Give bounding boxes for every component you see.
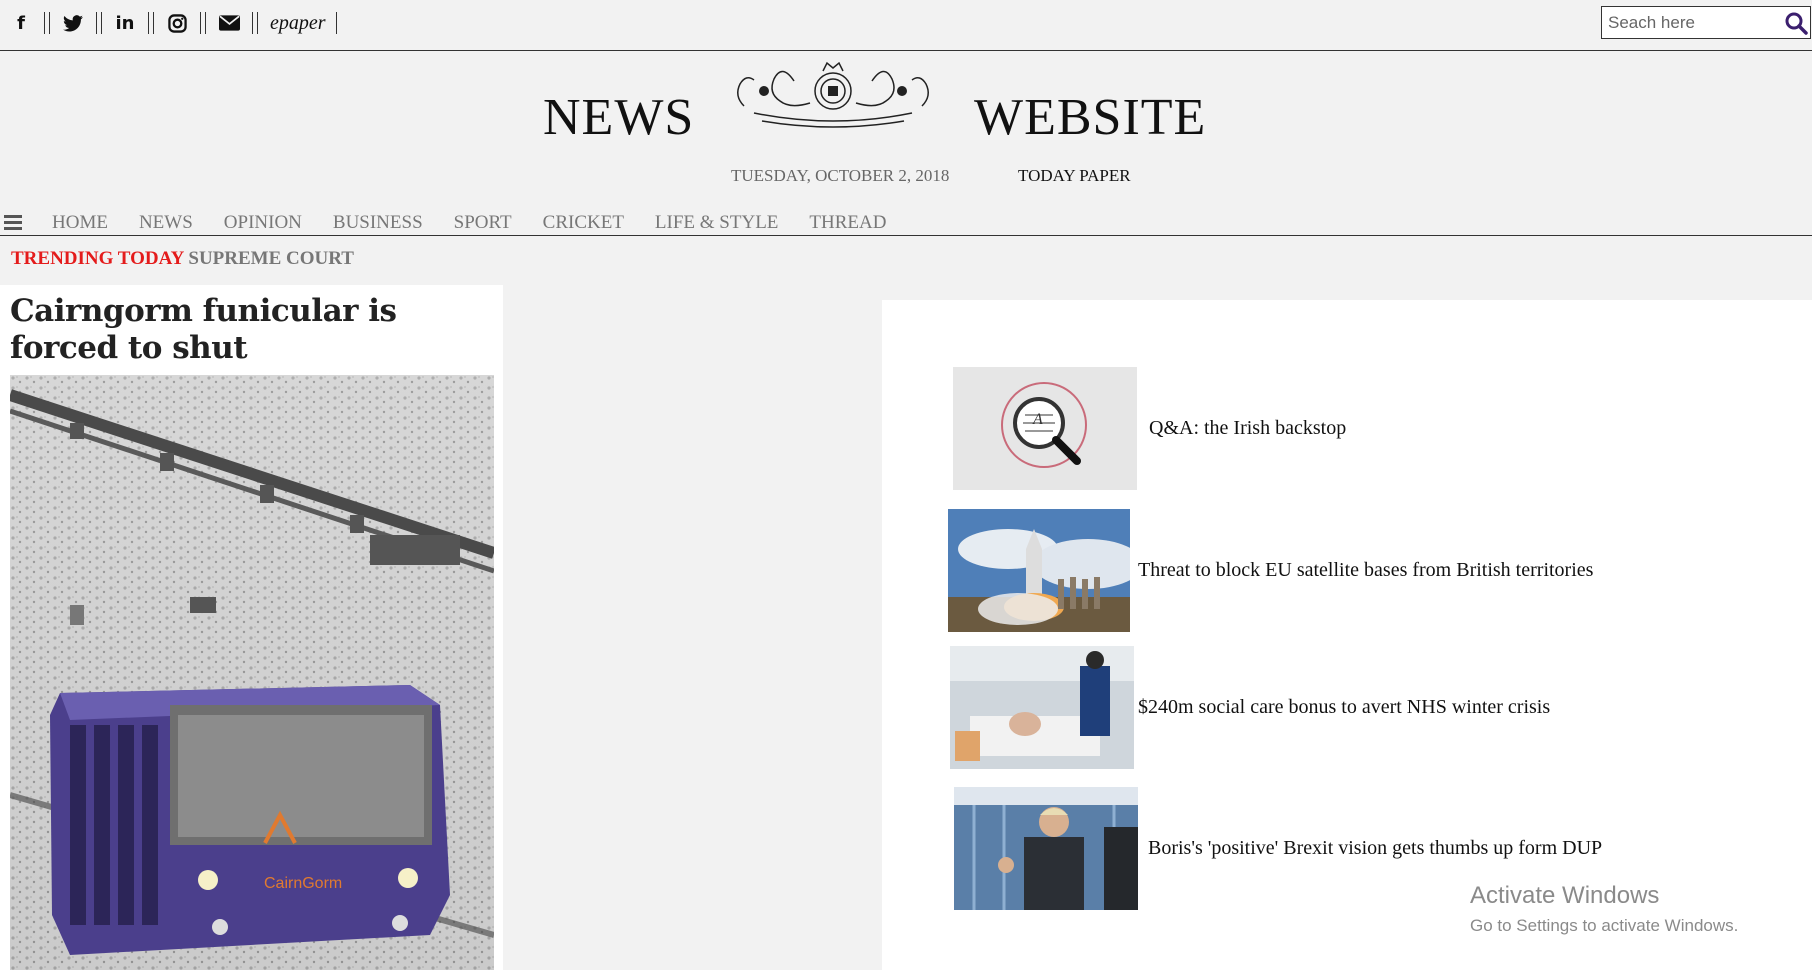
side-story-title[interactable]: Boris's 'positive' Brexit vision gets th…: [1148, 837, 1602, 860]
trending-bar: TRENDING TODAY SUPREME COURT: [11, 248, 354, 270]
side-story-item[interactable]: $240m social care bonus to avert NHS win…: [950, 646, 1550, 769]
epaper-link[interactable]: epaper: [270, 12, 326, 35]
linkedin-icon[interactable]: in: [114, 12, 136, 34]
nav-item-sport[interactable]: SPORT: [454, 210, 512, 236]
search-box: [1601, 6, 1811, 39]
magnifier-icon[interactable]: A: [953, 367, 1137, 490]
rocket-launch-image[interactable]: [948, 509, 1130, 632]
social-links: f in epaper: [10, 10, 337, 36]
train-logo-text: CairnGorm: [264, 875, 342, 892]
windows-activation-watermark: Activate Windows Go to Settings to activ…: [1470, 882, 1738, 936]
nav-item-life-style[interactable]: LIFE & STYLE: [655, 210, 779, 236]
nav-item-business[interactable]: BUSINESS: [333, 210, 423, 236]
nav-item-home[interactable]: HOME: [52, 210, 108, 236]
top-bar: f in epaper: [0, 0, 1812, 51]
masthead-title-right[interactable]: WEBSITE: [974, 88, 1206, 147]
side-story-item[interactable]: A Q&A: the Irish backstop: [953, 367, 1346, 490]
nav-item-news[interactable]: NEWS: [139, 210, 193, 236]
divider: [335, 12, 337, 34]
main-story-card[interactable]: Cairngorm funicular is forced to shut Ca…: [0, 285, 503, 970]
divider: [200, 12, 206, 34]
watermark-line-1: Activate Windows: [1470, 882, 1660, 909]
trending-topic-link[interactable]: SUPREME COURT: [188, 248, 354, 269]
hamburger-menu-icon[interactable]: [4, 215, 22, 230]
current-date: TUESDAY, OCTOBER 2, 2018: [731, 166, 950, 185]
trending-label: TRENDING TODAY: [11, 248, 184, 269]
twitter-icon[interactable]: [62, 12, 84, 34]
nav-item-thread[interactable]: THREAD: [809, 210, 886, 236]
envelope-icon[interactable]: [218, 12, 240, 34]
watermark-line-2: Go to Settings to activate Windows.: [1470, 916, 1739, 935]
facebook-icon[interactable]: f: [10, 12, 32, 34]
main-nav: HOME NEWS OPINION BUSINESS SPORT CRICKET…: [0, 210, 1812, 236]
divider: [252, 12, 258, 34]
search-icon[interactable]: [1784, 11, 1808, 35]
divider: [44, 12, 50, 34]
instagram-icon[interactable]: [166, 12, 188, 34]
nav-item-opinion[interactable]: OPINION: [224, 210, 302, 236]
divider: [96, 12, 102, 34]
side-story-title[interactable]: $240m social care bonus to avert NHS win…: [1138, 696, 1550, 719]
main-story-headline[interactable]: Cairngorm funicular is forced to shut: [10, 293, 495, 367]
today-paper-link[interactable]: TODAY PAPER: [1018, 166, 1131, 186]
funicular-train-photo[interactable]: CairnGorm: [10, 375, 494, 970]
search-input[interactable]: [1602, 7, 1777, 38]
divider: [148, 12, 154, 34]
side-story-title[interactable]: Q&A: the Irish backstop: [1149, 417, 1346, 440]
nav-item-cricket[interactable]: CRICKET: [543, 210, 624, 236]
politician-image[interactable]: [954, 787, 1138, 910]
side-story-item[interactable]: Threat to block EU satellite bases from …: [948, 509, 1593, 632]
hospital-patient-image[interactable]: [950, 646, 1134, 769]
svg-text:A: A: [1032, 411, 1043, 428]
masthead-title-left[interactable]: NEWS: [543, 88, 694, 147]
royal-crest-logo[interactable]: [724, 51, 942, 131]
side-stories-panel: A Q&A: the Irish backstop Threat to bloc…: [882, 300, 1812, 970]
side-story-title[interactable]: Threat to block EU satellite bases from …: [1138, 559, 1593, 582]
